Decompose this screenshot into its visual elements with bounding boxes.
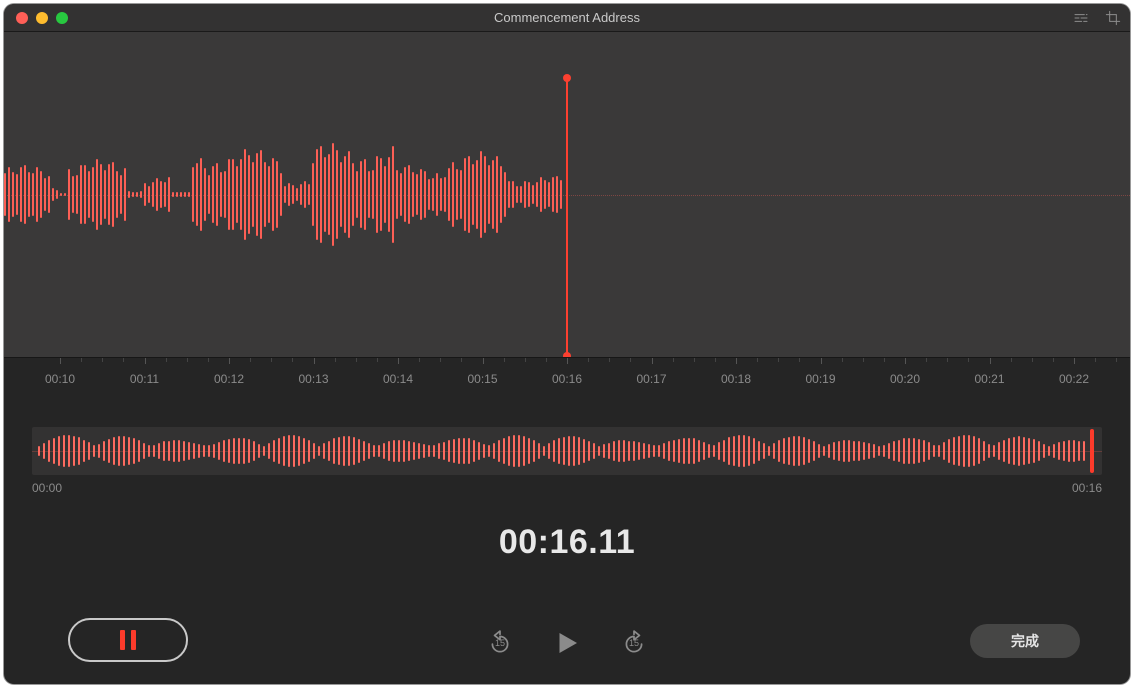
overview-end-time: 00:16 — [1072, 481, 1102, 495]
ruler-tick-label: 00:21 — [974, 372, 1004, 386]
play-button[interactable] — [550, 626, 584, 660]
ruler-tick-label: 00:10 — [45, 372, 75, 386]
app-window: Commencement Address 00:1000:1100:1200:1… — [4, 4, 1130, 684]
done-button-label: 完成 — [1011, 631, 1039, 651]
minimize-window-button[interactable] — [36, 12, 48, 24]
ruler-tick-label: 00:22 — [1059, 372, 1089, 386]
skip-forward-15-button[interactable]: 15 — [620, 629, 648, 657]
ruler-tick-label: 00:17 — [636, 372, 666, 386]
overview-record-cursor[interactable] — [1090, 429, 1094, 473]
crop-icon[interactable] — [1104, 9, 1122, 27]
sliders-icon[interactable] — [1072, 9, 1090, 27]
overview-start-time: 00:00 — [32, 481, 62, 495]
pause-icon — [120, 630, 136, 650]
elapsed-time-display: 00:16.11 — [4, 523, 1130, 562]
waveform-main[interactable] — [4, 32, 1130, 357]
ruler-tick-label: 00:14 — [383, 372, 413, 386]
ruler-tick-label: 00:15 — [467, 372, 497, 386]
time-ruler[interactable]: 00:10 00:11 00:12 00:13 00:14 00:15 00:16 00:17… — [4, 357, 1130, 395]
window-title: Commencement Address — [4, 10, 1130, 25]
ruler-tick-label: 00:12 — [214, 372, 244, 386]
waveform-overview[interactable] — [32, 427, 1102, 475]
window-controls — [4, 12, 68, 24]
ruler-tick-label: 00:20 — [890, 372, 920, 386]
ruler-tick-label: 00:19 — [805, 372, 835, 386]
ruler-tick-label: 00:11 — [130, 372, 159, 386]
skip-forward-seconds-label: 15 — [629, 638, 639, 648]
ruler-tick-label: 00:18 — [721, 372, 751, 386]
playhead-line — [566, 78, 568, 357]
zoom-window-button[interactable] — [56, 12, 68, 24]
close-window-button[interactable] — [16, 12, 28, 24]
titlebar: Commencement Address — [4, 4, 1130, 32]
skip-back-15-button[interactable]: 15 — [486, 629, 514, 657]
done-button[interactable]: 完成 — [970, 624, 1080, 658]
ruler-tick-label: 00:16 — [552, 372, 582, 386]
transport-controls: 15 15 完成 — [4, 612, 1130, 662]
overview-bars — [38, 427, 1096, 475]
skip-back-seconds-label: 15 — [495, 638, 505, 648]
record-pause-button[interactable] — [68, 618, 188, 662]
ruler-tick-label: 00:13 — [298, 372, 328, 386]
